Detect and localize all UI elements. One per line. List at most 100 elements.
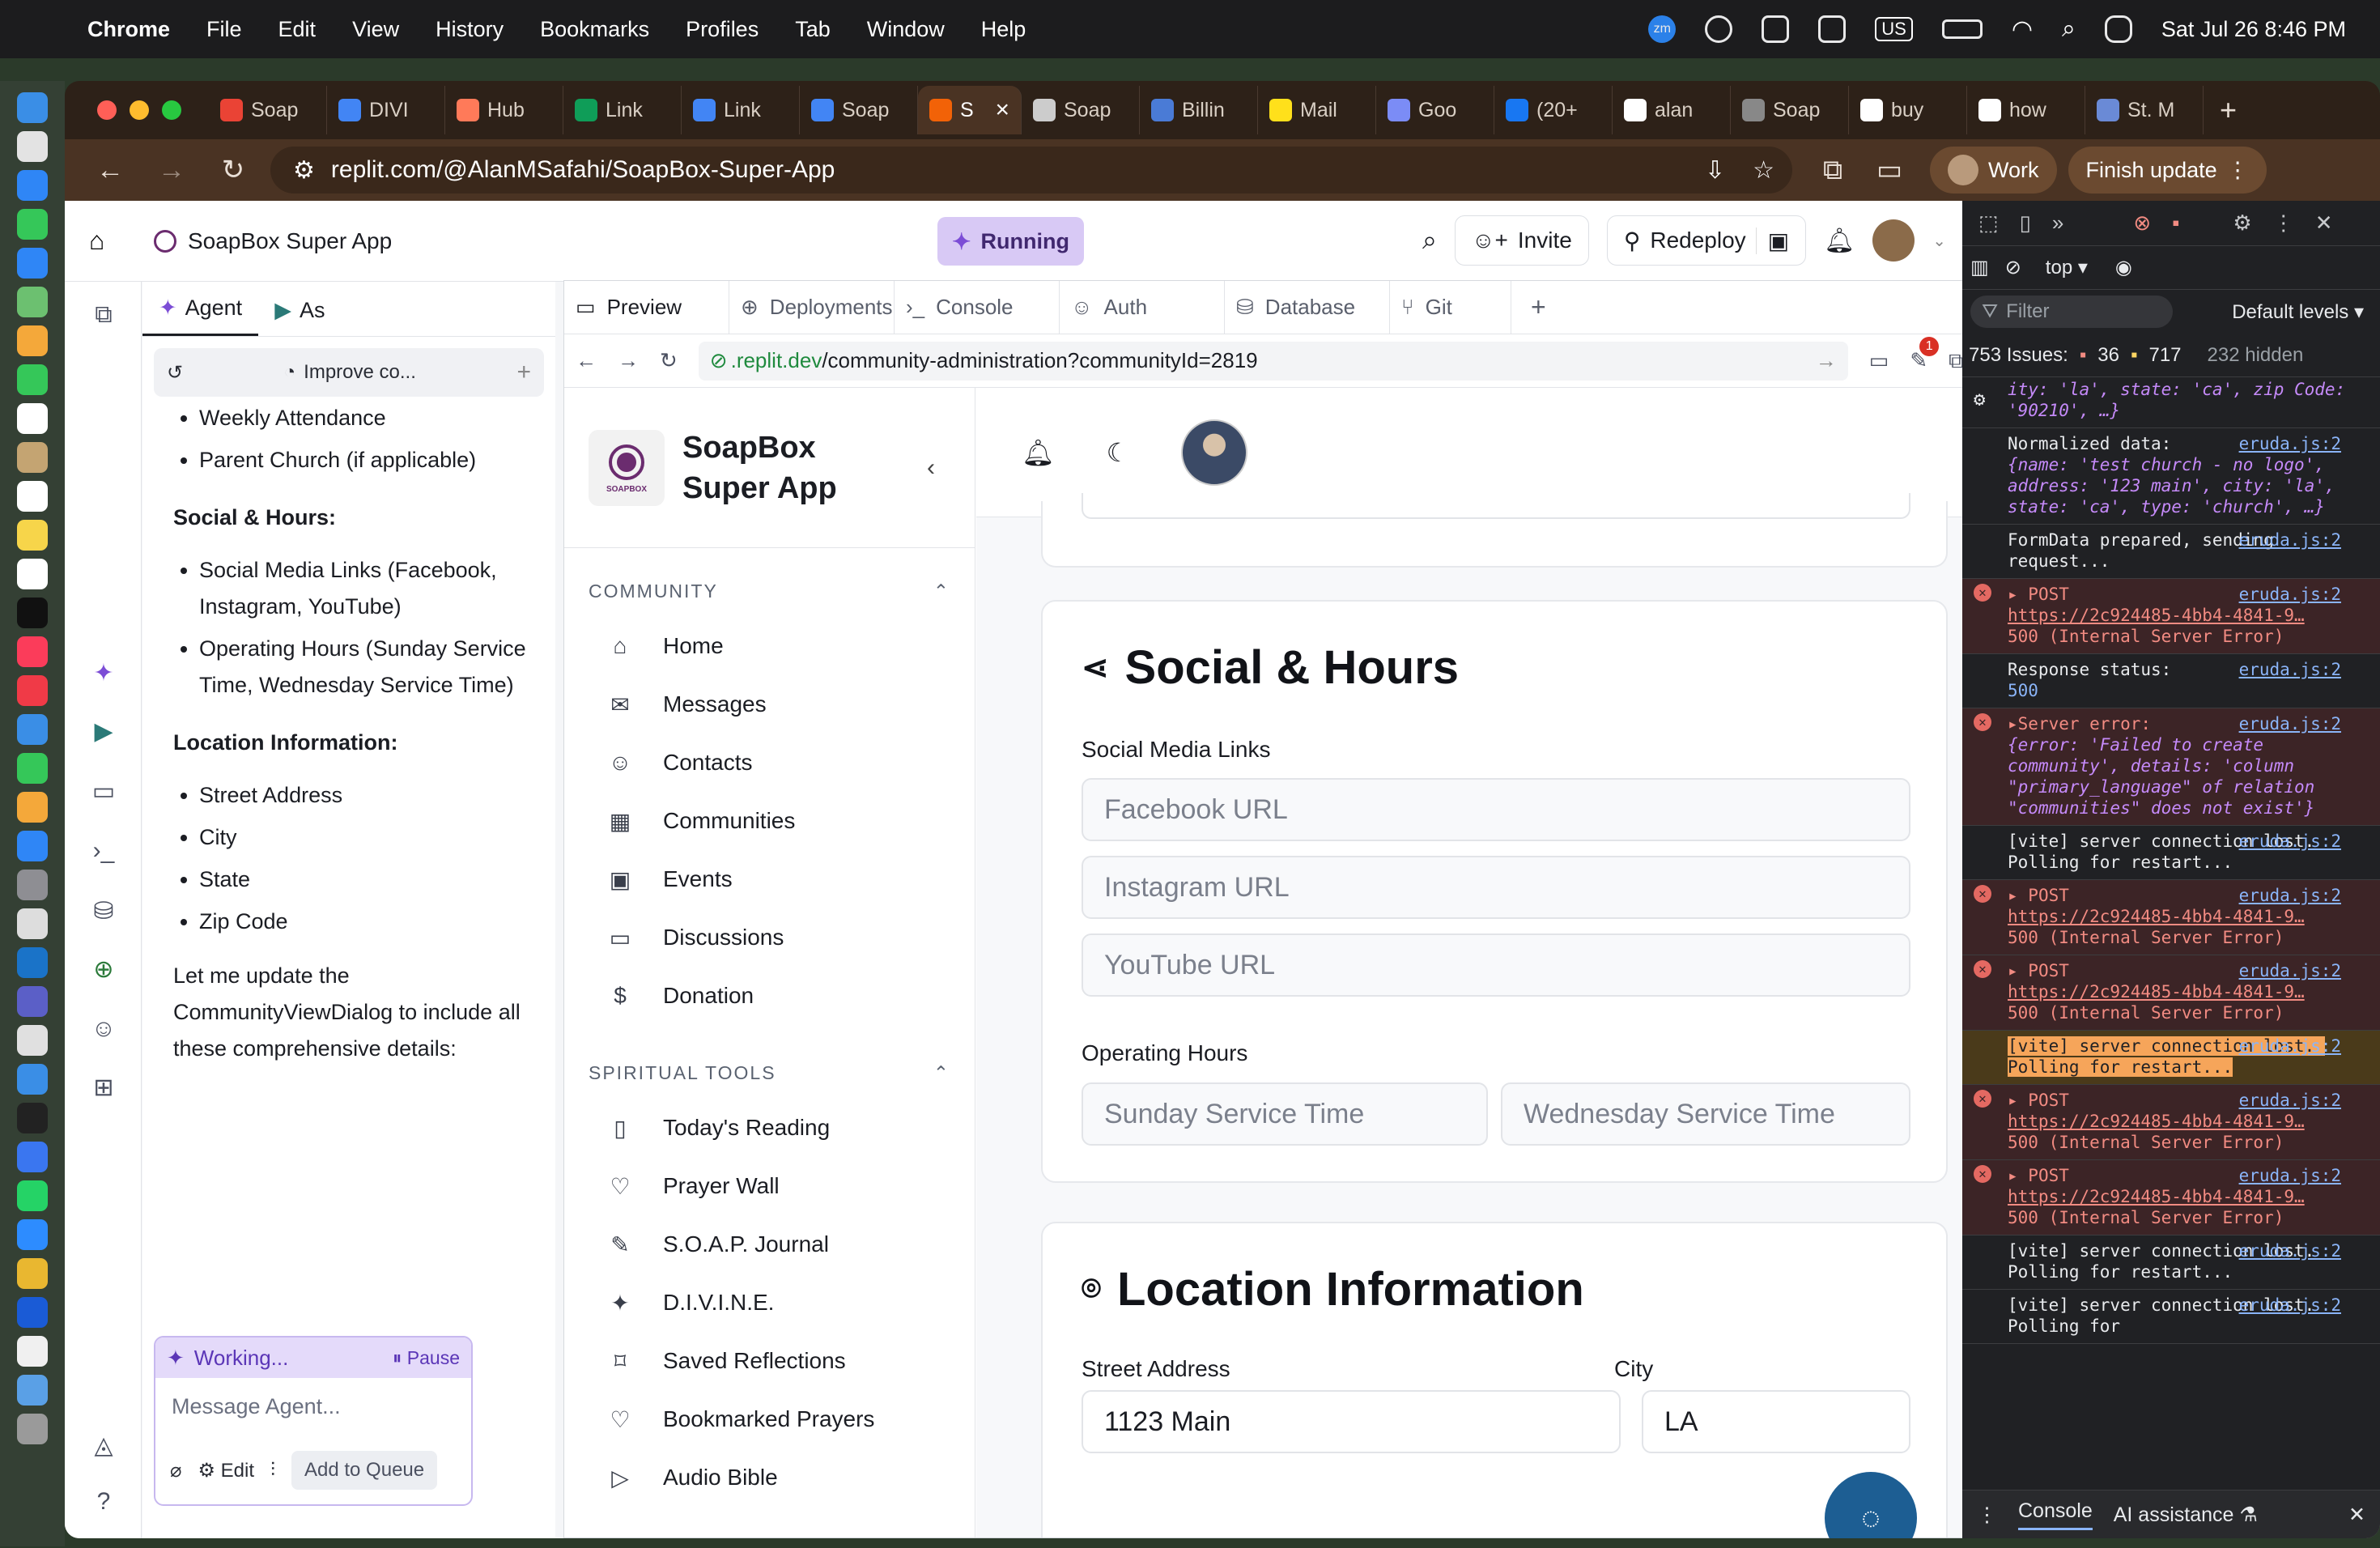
auth-tool-icon[interactable]: ☺	[89, 1015, 118, 1044]
sunday-service-time-input[interactable]: Sunday Service Time	[1082, 1082, 1488, 1146]
menu-history[interactable]: History	[436, 17, 504, 42]
log-source-link[interactable]: eruda.js:2	[2239, 1165, 2341, 1186]
log-source-link[interactable]: eruda.js:2	[2239, 1036, 2341, 1057]
all-tools-icon[interactable]: ⊞	[89, 1074, 118, 1103]
launchpad-icon[interactable]	[17, 131, 48, 162]
drawer-menu-icon[interactable]: ⋮	[1977, 1503, 1997, 1527]
browser-tab[interactable]: Link	[682, 86, 800, 134]
console-error[interactable]: ▸ POSTeruda.js:2 https://2c924485-4bb4-4…	[1962, 955, 2380, 1031]
teams-icon[interactable]	[1818, 15, 1847, 43]
files-icon[interactable]	[17, 1064, 48, 1095]
menu-bookmarks[interactable]: Bookmarks	[540, 17, 649, 42]
textarea-tail[interactable]	[1082, 493, 1910, 519]
zoom-icon[interactable]: zm	[1648, 15, 1677, 43]
inspect-icon[interactable]: ⬚	[1978, 211, 1999, 236]
redeploy-button[interactable]: ⚲ Redeploy ▣	[1606, 215, 1807, 266]
clear-console-icon[interactable]: ⊘	[2005, 256, 2021, 279]
browser-tab[interactable]: Link	[563, 86, 682, 134]
browser-tab[interactable]: (20+	[1494, 86, 1613, 134]
preview-url-input[interactable]: ⊘ .replit.dev /community-administration?…	[698, 341, 1848, 381]
nav-soap-journal[interactable]: ✎ S.O.A.P. Journal	[564, 1215, 975, 1274]
menu-edit[interactable]: Edit	[278, 17, 317, 42]
nav-home[interactable]: ⌂ Home	[564, 617, 975, 675]
edit-button[interactable]: ⚙ Edit	[198, 1459, 254, 1482]
history-icon[interactable]: ↺	[167, 361, 183, 385]
browser-tab[interactable]: buy	[1849, 86, 1967, 134]
devtools-close-icon[interactable]: ✕	[2315, 211, 2333, 236]
deploy-options-icon[interactable]: ▣	[1755, 227, 1789, 254]
settings-sliders-icon[interactable]: ⫶	[270, 1459, 275, 1482]
browser-tab-active[interactable]: S ×	[918, 86, 1022, 134]
log-source-link[interactable]: eruda.js:2	[2239, 960, 2341, 981]
finish-update-button[interactable]: Finish update ⋮	[2068, 147, 2267, 194]
tab-git[interactable]: ⑂ Git	[1390, 281, 1511, 334]
browser-tab[interactable]: how	[1967, 86, 2085, 134]
console-message[interactable]: Normalized data: eruda.js:2 {name: 'test …	[1962, 428, 2380, 525]
site-info-icon[interactable]: ⚙	[293, 156, 315, 185]
console-error[interactable]: ▸Server error:eruda.js:2 {error: 'Failed…	[1962, 708, 2380, 826]
chrome-dock-icon[interactable]	[17, 1258, 48, 1289]
warning-flag-icon[interactable]: ▪	[2172, 211, 2179, 236]
context-select[interactable]: top ▾	[2046, 256, 2088, 279]
section-spiritual-tools[interactable]: SPIRITUAL TOOLS ⌃	[589, 1062, 975, 1084]
nav-saved-reflections[interactable]: ⌑ Saved Reflections	[564, 1332, 975, 1390]
nav-bookmarked-prayers[interactable]: ♡ Bookmarked Prayers	[564, 1390, 975, 1448]
drawer-tab-console[interactable]: Console	[2018, 1499, 2093, 1530]
message-agent-input[interactable]: Message Agent...	[155, 1378, 471, 1435]
home-icon[interactable]: ⌂	[89, 226, 104, 256]
invite-button[interactable]: ☺+ Invite	[1454, 215, 1589, 266]
menu-file[interactable]: File	[206, 17, 242, 42]
downloads-icon[interactable]	[17, 1375, 48, 1406]
bookmark-star-icon[interactable]: ☆	[1753, 156, 1774, 185]
remote-icon[interactable]	[17, 1025, 48, 1056]
freeform-icon[interactable]	[17, 559, 48, 589]
news-icon[interactable]	[17, 675, 48, 706]
console-message[interactable]: [vite] server connection lost. Polling f…	[1962, 1290, 2380, 1344]
help-icon[interactable]: ?	[89, 1488, 118, 1517]
street-address-input[interactable]: 1123 Main	[1082, 1390, 1621, 1453]
nav-todays-reading[interactable]: ▯ Today's Reading	[564, 1099, 975, 1157]
preview-back-icon[interactable]: ←	[576, 348, 597, 373]
preview-forward-icon[interactable]: →	[618, 348, 639, 373]
1password-icon[interactable]	[17, 1297, 48, 1328]
bell-icon[interactable]: 🔔︎	[1022, 437, 1055, 468]
trash-icon[interactable]	[17, 1414, 48, 1444]
nav-communities[interactable]: ▦ Communities	[564, 792, 975, 850]
devtools-icon[interactable]: ✎ 1	[1910, 337, 1940, 373]
error-count-icon[interactable]: ⊗	[2133, 211, 2151, 236]
menu-help[interactable]: Help	[981, 17, 1026, 42]
theme-icon[interactable]: ◬	[89, 1431, 118, 1461]
request-url-link[interactable]: https://2c924485-4bb4-4841-9…	[2008, 982, 2305, 1002]
browser-tab[interactable]: Soap	[800, 86, 918, 134]
forward-icon[interactable]: →	[155, 155, 188, 186]
tab-database[interactable]: ⛁ Database	[1225, 281, 1390, 334]
assistant-icon[interactable]: ▶	[89, 717, 118, 746]
back-icon[interactable]: ←	[94, 155, 126, 186]
reload-icon[interactable]: ↻	[217, 154, 249, 186]
attach-icon[interactable]: ⌀	[170, 1459, 181, 1482]
sidebar-toggle-icon[interactable]: ▥	[1970, 256, 1989, 279]
console-message-highlighted[interactable]: [vite] server connection lost. Polling f…	[1962, 1031, 2380, 1085]
reminders-icon[interactable]	[17, 481, 48, 512]
copilot-icon[interactable]	[1705, 15, 1733, 43]
log-source-link[interactable]: eruda.js:2	[2239, 584, 2341, 605]
search-icon[interactable]: ⌕	[1422, 225, 1437, 256]
notifications-icon[interactable]: 🔔︎	[1824, 227, 1855, 255]
outlook-icon[interactable]	[1762, 15, 1790, 43]
nav-audio-bible[interactable]: ▷ Audio Bible	[564, 1448, 975, 1507]
live-expression-icon[interactable]: ◉	[2115, 256, 2132, 279]
address-bar[interactable]: ⚙ replit.com/@AlanMSafahi/SoapBox-Super-…	[270, 147, 1792, 194]
thread-title[interactable]: ◔ Improve co...	[201, 361, 499, 384]
dark-mode-icon[interactable]: ☾	[1107, 437, 1130, 468]
request-url-link[interactable]: https://2c924485-4bb4-4841-9…	[2008, 907, 2305, 926]
devices-icon[interactable]: ▭	[1869, 348, 1889, 373]
add-tab-button[interactable]: +	[1511, 281, 1566, 334]
collapse-sidebar-icon[interactable]: ‹	[927, 454, 935, 482]
install-app-icon[interactable]: ⇩	[1705, 156, 1725, 185]
tv-icon[interactable]	[17, 598, 48, 628]
run-status-button[interactable]: ✦ Running	[937, 217, 1084, 266]
more-panels-icon[interactable]: »	[2052, 211, 2063, 236]
tab-assistant[interactable]: ▶ As	[258, 298, 341, 336]
control-center-icon[interactable]	[2104, 15, 2132, 43]
console-filter-input[interactable]: ⛛ Filter	[1970, 296, 2173, 328]
